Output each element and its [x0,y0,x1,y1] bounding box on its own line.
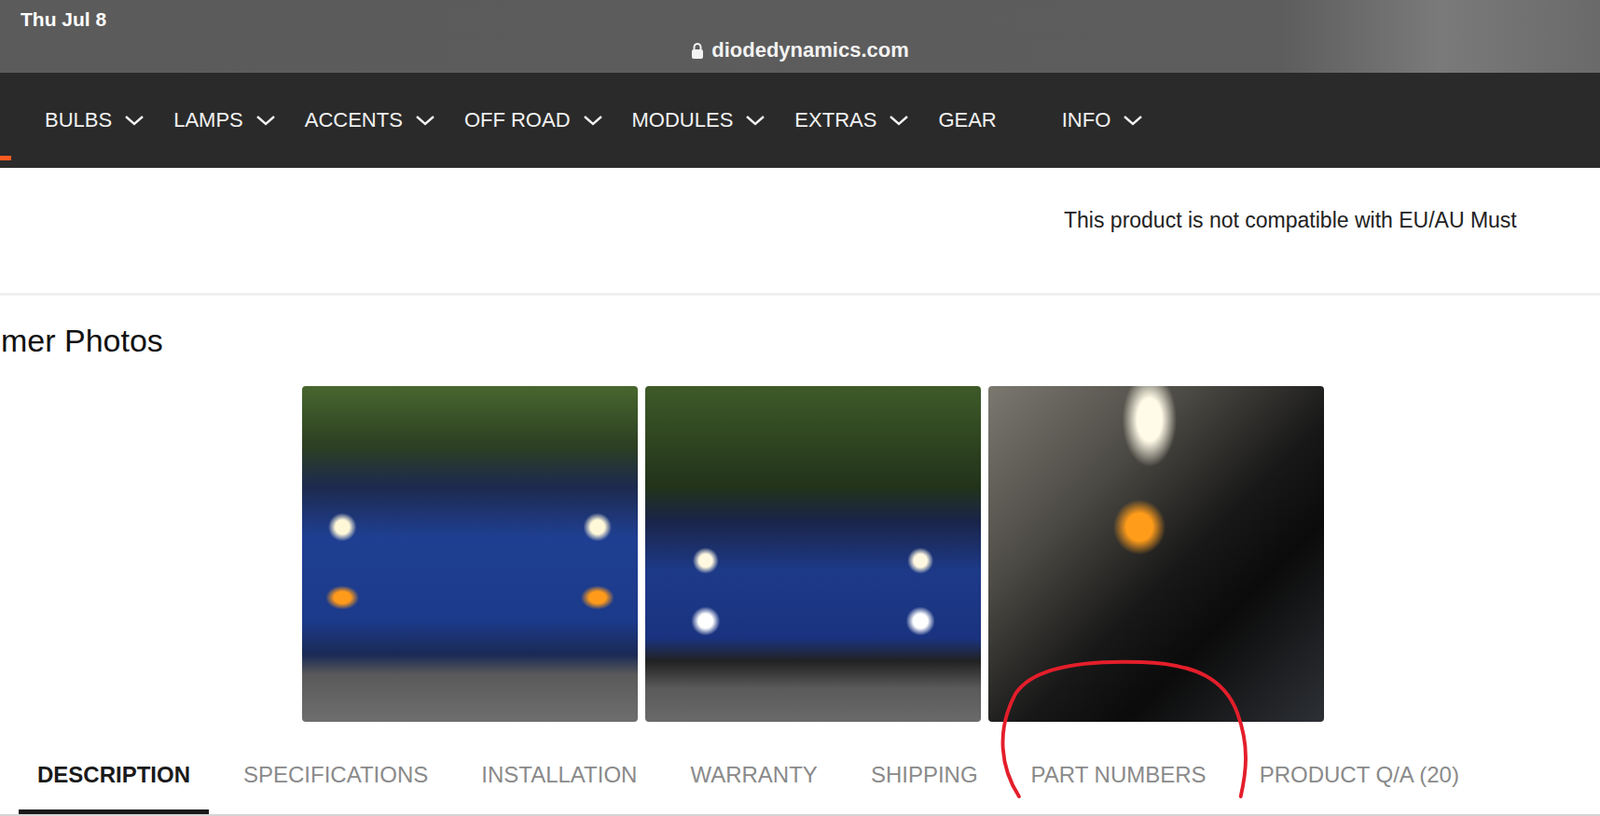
compatibility-notice: This product is not compatible with EU/A… [0,167,1600,293]
nav-item[interactable]: EXTRAS [794,107,911,134]
tab-label: PART NUMBERS [1031,761,1207,787]
nav-label: OFF ROAD [464,107,571,134]
product-tab[interactable]: INSTALLATION [462,736,656,814]
product-tab[interactable]: PRODUCT Q/A (20) [1241,736,1478,814]
active-indicator [0,155,12,161]
nav-item[interactable]: ACCENTS [304,107,437,134]
tab-label: PRODUCT Q/A (20) [1259,761,1460,787]
customer-photo[interactable] [645,386,981,722]
chevron-down-icon [744,113,767,127]
nav-item[interactable]: GEAR [937,107,996,134]
tab-label: SPECIFICATIONS [243,761,428,787]
separator [0,292,1600,296]
nav-label: ACCENTS [304,107,403,134]
nav-item[interactable]: OFF ROAD [464,107,605,134]
product-tab[interactable]: SPECIFICATIONS [224,736,447,814]
main-nav: BULBS LAMPS ACCENTS OFF ROAD MODULES EXTRAS GE… [0,72,1600,168]
nav-item[interactable]: MODULES [632,107,768,134]
lock-icon [690,41,704,59]
customer-photo[interactable] [988,386,1325,722]
chevron-down-icon [887,113,911,127]
product-tab[interactable]: SHIPPING [852,736,997,814]
product-tab[interactable]: PART NUMBERS [1012,736,1226,814]
chevron-down-icon [581,113,605,127]
nav-label: INFO [1062,107,1112,134]
nav-label: LAMPS [173,107,244,134]
nav-item[interactable]: LAMPS [173,107,277,134]
nav-item[interactable]: BULBS [44,107,146,134]
red-circle-annotation [988,656,1259,797]
chevron-down-icon [413,113,437,127]
tab-label: SHIPPING [870,761,979,787]
tab-label: INSTALLATION [481,761,637,787]
photo-row [0,386,1600,722]
browser-status-bar: Thu Jul 8 diodedynamics.com [0,0,1600,73]
product-tab[interactable]: WARRANTY [671,736,836,814]
address-bar[interactable]: diodedynamics.com [0,37,1600,64]
product-tabs: DESCRIPTION SPECIFICATIONS INSTALLATION WAR… [0,736,1600,816]
nav-item[interactable]: INFO [1062,107,1145,134]
nav-label: GEAR [937,107,996,134]
section-heading: mer Photos [0,321,1600,359]
tab-label: WARRANTY [689,761,817,787]
url-text: diodedynamics.com [711,38,910,62]
chevron-down-icon [123,113,146,127]
chevron-down-icon [254,113,277,127]
nav-label: BULBS [44,107,112,134]
product-tab[interactable]: DESCRIPTION [18,736,209,814]
nav-label: MODULES [632,107,734,134]
nav-label: EXTRAS [794,107,877,134]
customer-photo[interactable] [302,386,638,722]
tab-label: DESCRIPTION [37,761,191,787]
clock: Thu Jul 8 [20,7,107,32]
chevron-down-icon [1121,113,1145,127]
